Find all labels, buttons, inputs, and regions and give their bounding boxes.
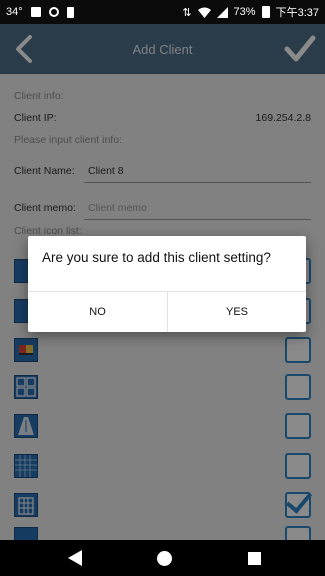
data-arrows-icon: ⇅ <box>182 6 192 19</box>
back-triangle-icon[interactable] <box>68 550 82 566</box>
temperature-text: 34° <box>6 6 23 18</box>
recent-square-icon[interactable] <box>248 552 261 565</box>
status-right: ⇅ 73% 下午3:37 <box>182 4 319 20</box>
navigation-bar <box>0 540 325 576</box>
signal-icon <box>216 6 228 18</box>
home-circle-icon[interactable] <box>157 551 172 566</box>
status-left: 34° <box>6 6 74 18</box>
status-bar: 34° ⇅ 73% 下午3:37 <box>0 0 325 24</box>
battery-percent: 73% <box>233 6 256 18</box>
confirm-dialog: Are you sure to add this client setting?… <box>28 236 306 332</box>
image-notification-icon <box>30 7 41 17</box>
clock-text: 下午3:37 <box>275 7 319 19</box>
yes-button[interactable]: YES <box>167 292 306 332</box>
battery-saver-icon <box>66 6 74 18</box>
dialog-message: Are you sure to add this client setting? <box>42 250 271 265</box>
wifi-icon <box>197 7 211 18</box>
settings-notification-icon <box>48 7 59 17</box>
battery-icon <box>261 6 270 18</box>
no-button[interactable]: NO <box>28 292 167 332</box>
